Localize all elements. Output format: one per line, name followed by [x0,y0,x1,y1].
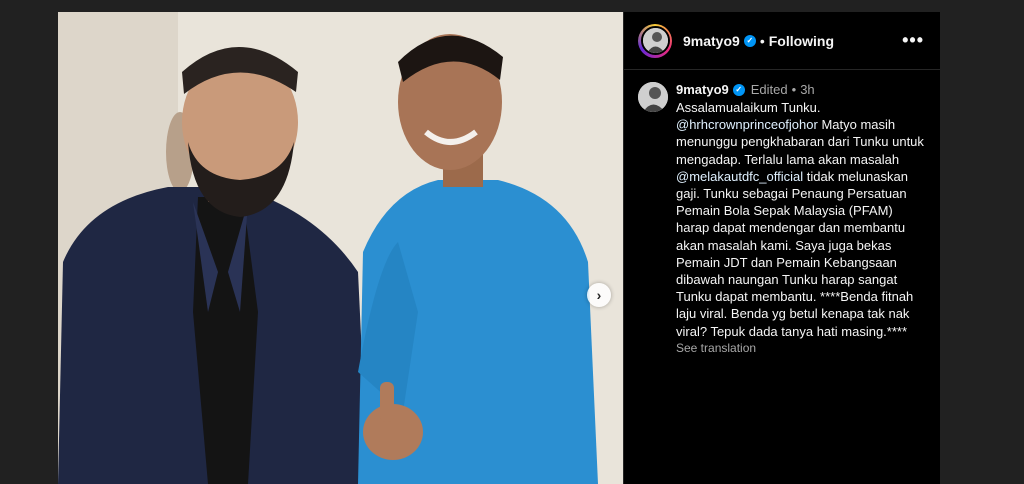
caption-block: 9matyo9 ✓ Edited • 3h Assalamualaikum Tu… [624,70,940,355]
post-time: 3h [800,82,815,97]
next-photo-button[interactable]: › [587,283,611,307]
caption-line: tidak melunaskan gaji. Tunku sebagai Pen… [676,168,917,339]
post-photo: › [58,12,623,484]
verified-badge-icon: ✓ [732,83,745,96]
mention-link[interactable]: @melakautdfc_official [676,169,803,184]
caption-text: Assalamualaikum Tunku. @hrhcrownprinceof… [676,99,924,340]
caption-header: 9matyo9 ✓ Edited • 3h [676,82,924,97]
see-translation-link[interactable]: See translation [676,341,924,355]
caption-line: Assalamualaikum Tunku. [676,100,821,115]
photo-illustration [58,12,623,484]
following-button[interactable]: Following [769,33,834,49]
caption-avatar[interactable] [638,82,668,112]
story-ring[interactable] [638,23,672,58]
chevron-right-icon: › [596,287,602,303]
mention-link[interactable]: @hrhcrownprinceofjohor [676,117,818,132]
separator-dot: • [759,32,765,49]
caption-body: 9matyo9 ✓ Edited • 3h Assalamualaikum Tu… [676,82,924,355]
post-modal: › 9matyo9 ✓ • Following ••• 9matyo9 ✓ Ed… [58,12,940,484]
avatar [640,26,670,55]
post-header: 9matyo9 ✓ • Following ••• [624,12,940,70]
edited-label: Edited [750,82,788,97]
post-username[interactable]: 9matyo9 [683,33,740,49]
caption-username[interactable]: 9matyo9 [676,82,729,97]
separator-dot: • [791,82,797,97]
avatar-icon [642,28,668,53]
verified-badge-icon: ✓ [743,34,756,47]
more-options-icon[interactable]: ••• [902,30,926,51]
avatar-icon [638,82,668,112]
post-sidebar: 9matyo9 ✓ • Following ••• 9matyo9 ✓ Edit… [623,12,940,484]
